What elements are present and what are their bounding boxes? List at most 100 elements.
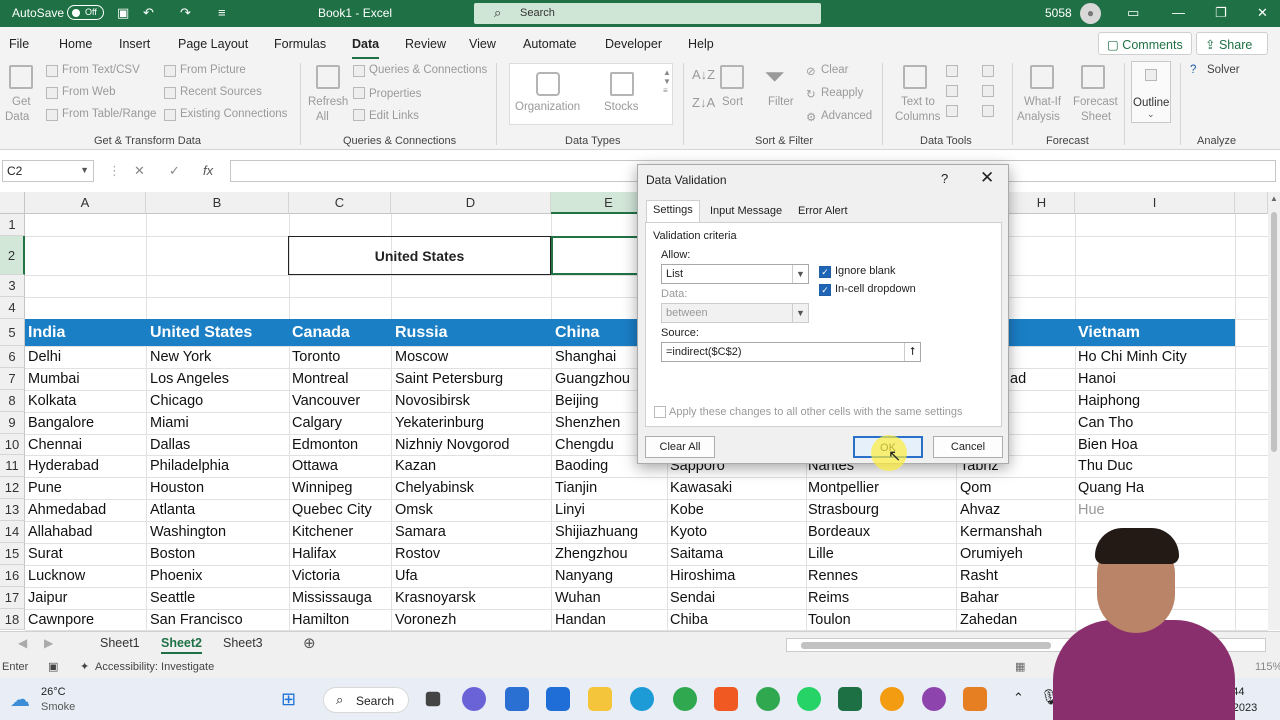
- queries-connections-button[interactable]: Queries & Connections: [369, 64, 487, 76]
- help-icon[interactable]: ?: [941, 171, 948, 186]
- table-cell[interactable]: Vancouver: [292, 393, 360, 409]
- source-input[interactable]: =indirect($C$2) ⭡: [661, 342, 921, 362]
- table-cell[interactable]: Jaipur: [28, 590, 68, 606]
- app-icon[interactable]: [880, 687, 904, 711]
- table-cell[interactable]: Chennai: [28, 437, 82, 453]
- table-cell[interactable]: Boston: [150, 546, 195, 562]
- row-header[interactable]: 15: [0, 543, 25, 565]
- table-cell[interactable]: Rostov: [395, 546, 440, 562]
- table-cell[interactable]: Ho Chi Minh City: [1078, 349, 1187, 365]
- close-icon[interactable]: ✕: [1257, 5, 1268, 21]
- row-header[interactable]: 14: [0, 521, 25, 543]
- accessibility-status[interactable]: Accessibility: Investigate: [95, 661, 214, 673]
- column-header-h[interactable]: H: [1009, 192, 1075, 214]
- recent-sources-button[interactable]: Recent Sources: [180, 86, 262, 98]
- edit-links-button[interactable]: Edit Links: [369, 110, 419, 122]
- table-cell[interactable]: Bangalore: [28, 415, 94, 431]
- tab-error-alert[interactable]: Error Alert: [792, 202, 854, 220]
- restore-icon[interactable]: ❐: [1215, 5, 1227, 21]
- customize-qat-icon[interactable]: ≡: [218, 5, 226, 20]
- table-cell[interactable]: Los Angeles: [150, 371, 229, 387]
- header-cell-c5[interactable]: Canada: [292, 324, 350, 342]
- table-cell[interactable]: San Francisco: [150, 612, 243, 628]
- header-cell-a5[interactable]: India: [28, 324, 65, 342]
- table-cell[interactable]: Toulon: [808, 612, 851, 628]
- what-if-analysis-button-line2[interactable]: Analysis: [1017, 111, 1060, 123]
- table-cell[interactable]: Handan: [555, 612, 606, 628]
- table-cell[interactable]: Wuhan: [555, 590, 601, 606]
- chrome-profile-icon[interactable]: [756, 687, 780, 711]
- outline-button[interactable]: Outline ⌄: [1131, 61, 1171, 123]
- get-data-button-line2[interactable]: Data: [5, 111, 29, 123]
- filter-button[interactable]: Filter: [768, 96, 794, 108]
- row-header[interactable]: 5: [0, 319, 25, 346]
- table-cell[interactable]: Can Tho: [1078, 415, 1133, 431]
- collapse-dialog-icon[interactable]: ⭡: [904, 343, 920, 361]
- row-header[interactable]: 6: [0, 346, 25, 368]
- table-cell[interactable]: Calgary: [292, 415, 342, 431]
- ribbon-display-icon[interactable]: ▭: [1127, 5, 1139, 21]
- table-cell[interactable]: Montreal: [292, 371, 348, 387]
- comments-button[interactable]: ▢ Comments: [1098, 32, 1192, 55]
- organization-button[interactable]: Organization: [515, 101, 580, 113]
- table-cell[interactable]: Rasht: [960, 568, 998, 584]
- table-cell[interactable]: Mississauga: [292, 590, 372, 606]
- column-header-j[interactable]: [1235, 192, 1268, 214]
- consolidate-icon[interactable]: [982, 65, 994, 77]
- task-view-icon[interactable]: [425, 691, 441, 707]
- text-to-columns-button[interactable]: Text to: [901, 96, 935, 108]
- table-cell[interactable]: Reims: [808, 590, 849, 606]
- macro-record-icon[interactable]: ▣: [48, 660, 58, 673]
- forecast-sheet-button[interactable]: Forecast: [1073, 96, 1118, 108]
- table-cell[interactable]: Zahedan: [960, 612, 1017, 628]
- tab-automate[interactable]: Automate: [523, 37, 577, 51]
- stocks-button[interactable]: Stocks: [604, 101, 639, 113]
- table-cell[interactable]: Nizhniy Novgorod: [395, 437, 509, 453]
- cancel-button[interactable]: Cancel: [933, 436, 1003, 458]
- row-header[interactable]: 2: [0, 236, 25, 275]
- table-cell[interactable]: Chiba: [670, 612, 708, 628]
- cancel-entry-icon[interactable]: ✕: [134, 163, 145, 179]
- remove-duplicates-icon[interactable]: [946, 85, 958, 97]
- table-cell[interactable]: Hanoi: [1078, 371, 1116, 387]
- table-cell[interactable]: Linyi: [555, 502, 585, 518]
- from-picture-button[interactable]: From Picture: [180, 64, 246, 76]
- ignore-blank-checkbox[interactable]: ✓: [819, 266, 831, 278]
- table-cell[interactable]: Kyoto: [670, 524, 707, 540]
- tab-formulas[interactable]: Formulas: [274, 37, 326, 51]
- table-cell[interactable]: Haiphong: [1078, 393, 1140, 409]
- row-header[interactable]: 11: [0, 455, 25, 477]
- table-cell[interactable]: Kazan: [395, 458, 436, 474]
- header-cell-e5[interactable]: China: [555, 324, 599, 342]
- column-header-b[interactable]: B: [146, 192, 289, 214]
- table-cell[interactable]: Chengdu: [555, 437, 614, 453]
- flash-fill-icon[interactable]: [946, 65, 958, 77]
- tab-view[interactable]: View: [469, 37, 496, 51]
- table-cell[interactable]: Lille: [808, 546, 834, 562]
- column-header-i[interactable]: I: [1075, 192, 1235, 214]
- table-cell[interactable]: Washington: [150, 524, 226, 540]
- table-cell[interactable]: Phoenix: [150, 568, 202, 584]
- row-header[interactable]: 13: [0, 499, 25, 521]
- row-header[interactable]: 8: [0, 390, 25, 412]
- table-cell[interactable]: Moscow: [395, 349, 448, 365]
- row-header[interactable]: 18: [0, 609, 25, 630]
- row-header[interactable]: 9: [0, 412, 25, 434]
- next-sheet-icon[interactable]: ▶: [44, 636, 53, 650]
- teams-icon[interactable]: [462, 687, 486, 711]
- sheet-tab-1[interactable]: Sheet1: [100, 636, 140, 650]
- sheet-tab-2[interactable]: Sheet2: [161, 636, 202, 654]
- avatar-icon[interactable]: ●: [1080, 3, 1101, 24]
- table-cell[interactable]: Toronto: [292, 349, 340, 365]
- scroll-thumb[interactable]: [1271, 212, 1277, 452]
- table-cell[interactable]: Orumiyeh: [960, 546, 1023, 562]
- relationships-icon[interactable]: [982, 85, 994, 97]
- table-cell[interactable]: Novosibirsk: [395, 393, 470, 409]
- table-cell[interactable]: Rennes: [808, 568, 858, 584]
- from-text-csv-button[interactable]: From Text/CSV: [62, 64, 140, 76]
- table-cell[interactable]: Seattle: [150, 590, 195, 606]
- table-cell[interactable]: Edmonton: [292, 437, 358, 453]
- insert-function-icon[interactable]: fx: [203, 163, 213, 178]
- table-cell[interactable]: Halifax: [292, 546, 336, 562]
- table-cell[interactable]: Strasbourg: [808, 502, 879, 518]
